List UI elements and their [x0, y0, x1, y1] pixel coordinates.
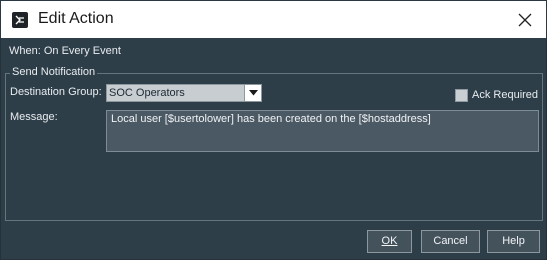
dialog-body: When: On Every Event Send Notification D…	[0, 38, 547, 260]
destination-group-label: Destination Group:	[10, 86, 102, 98]
destination-group-select[interactable]: SOC Operators	[106, 84, 262, 102]
close-icon	[518, 13, 532, 27]
help-button[interactable]: Help	[487, 230, 540, 253]
message-field[interactable]: Local user [$usertolower] has been creat…	[106, 110, 539, 152]
send-notification-group: Send Notification Destination Group: SOC…	[5, 66, 543, 221]
cancel-button[interactable]: Cancel	[421, 230, 480, 253]
message-label: Message:	[10, 111, 58, 123]
trigger-text: When: On Every Event	[9, 45, 121, 57]
destination-group-value: SOC Operators	[109, 87, 185, 99]
app-logo-icon	[12, 12, 28, 28]
chevron-down-icon	[249, 90, 258, 96]
ok-label: OK	[381, 235, 398, 247]
ack-required-label: Ack Required	[472, 89, 539, 101]
group-legend: Send Notification	[10, 66, 98, 78]
dropdown-button[interactable]	[244, 85, 261, 101]
ack-required-box[interactable]	[455, 89, 468, 102]
title-bar: Edit Action	[0, 0, 547, 38]
close-button[interactable]	[503, 1, 547, 39]
window-title: Edit Action	[38, 10, 114, 27]
ok-button[interactable]: OK	[367, 230, 412, 253]
